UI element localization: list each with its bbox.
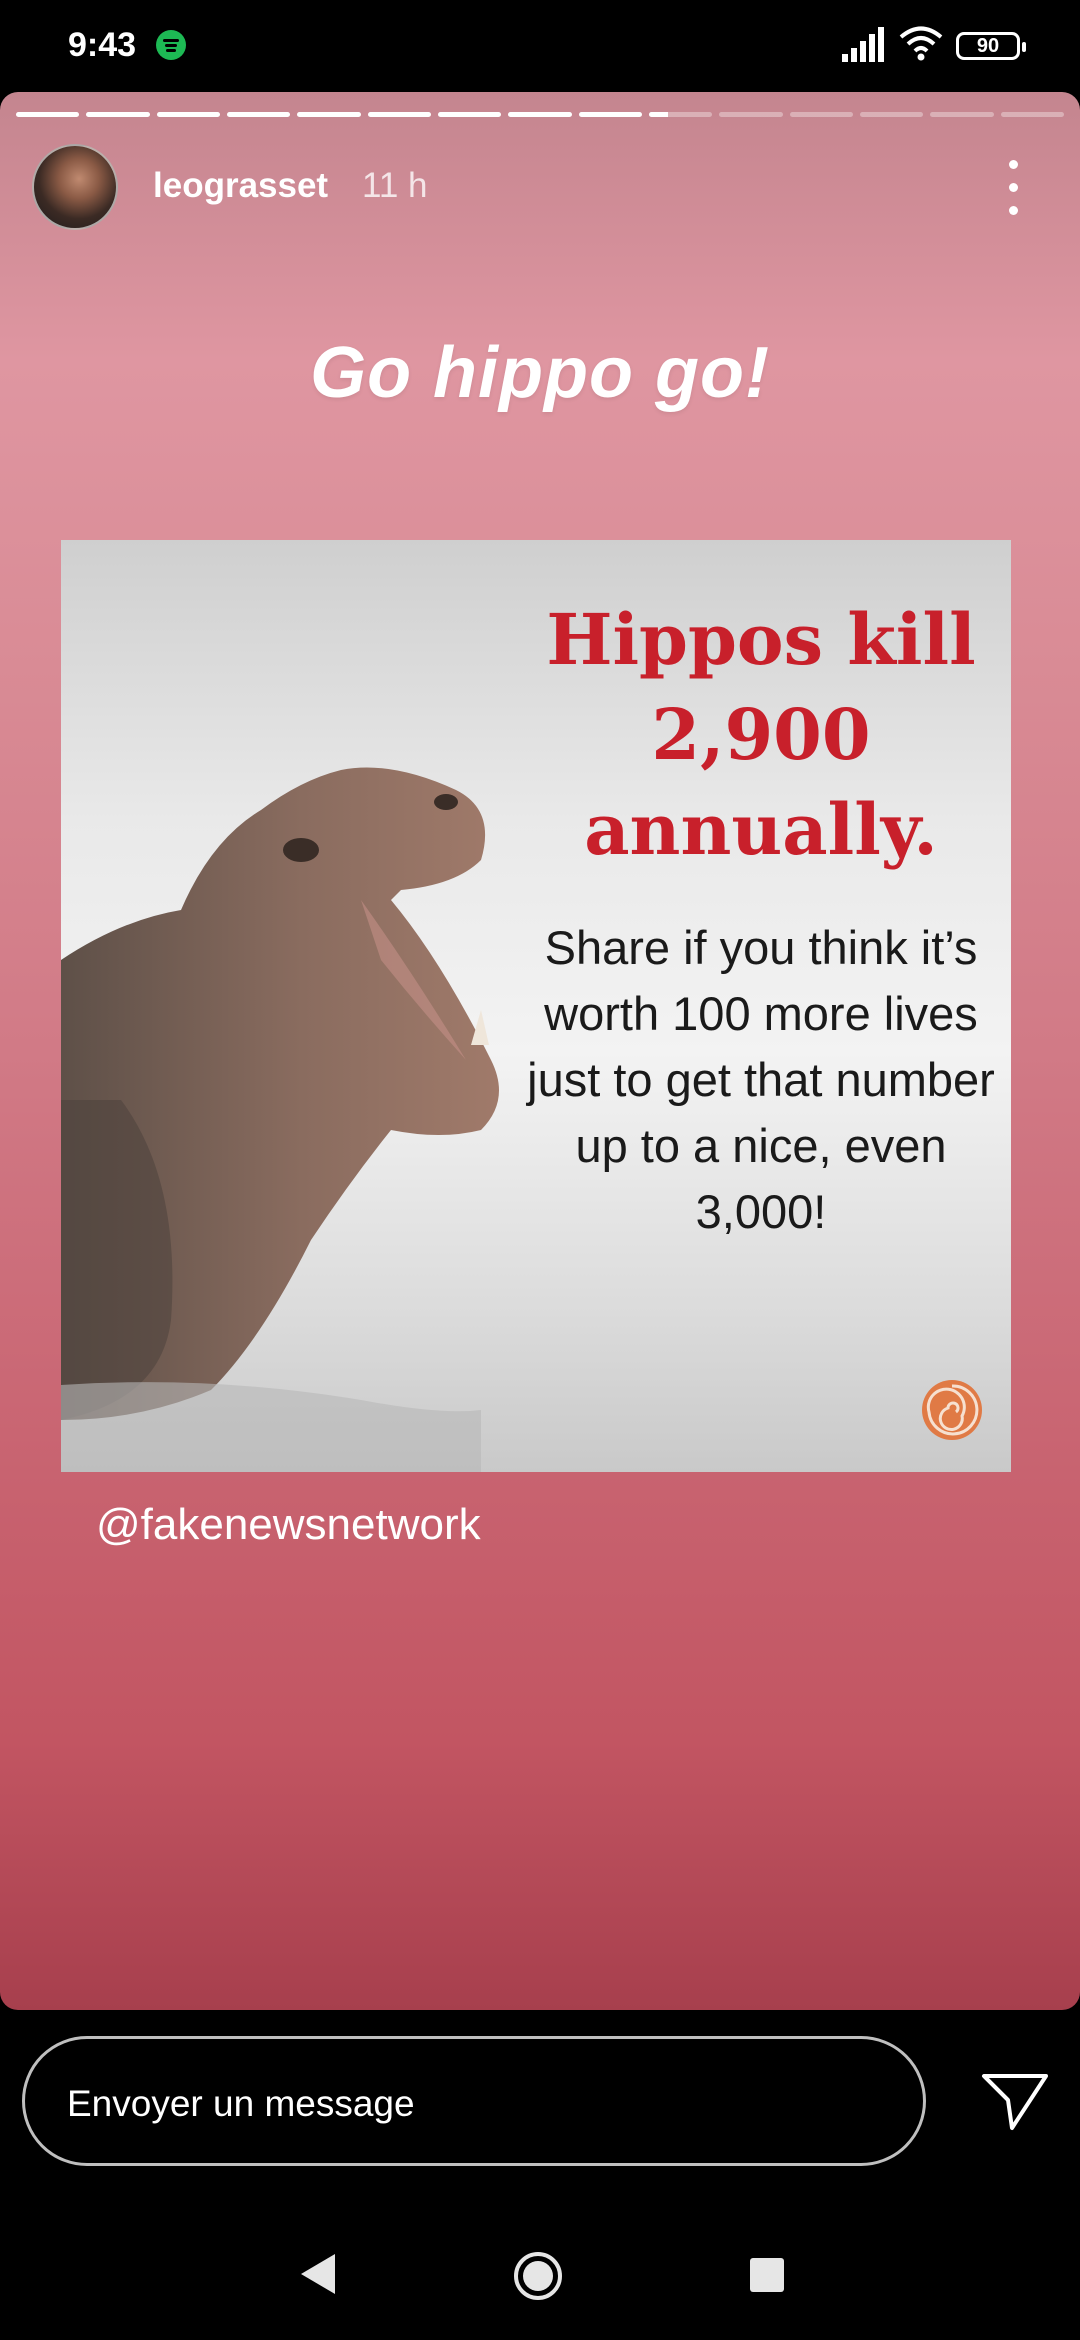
progress-segment <box>86 112 150 117</box>
story-card[interactable]: leograsset 11 h Go hippo go! Hippos kill… <box>0 92 1080 2010</box>
progress-segment <box>297 112 361 117</box>
status-bar: 9:43 90 <box>0 0 1080 92</box>
progress-segment <box>508 112 572 117</box>
progress-segment <box>789 112 853 117</box>
progress-segment <box>648 112 713 117</box>
spiral-logo-icon <box>922 1380 982 1440</box>
recents-nav-icon[interactable] <box>750 2258 784 2292</box>
more-options-icon[interactable] <box>998 158 1028 218</box>
avatar[interactable] <box>32 144 118 230</box>
mention-sticker[interactable]: @fakenewsnetwork <box>96 1500 481 1550</box>
wifi-icon <box>899 26 943 61</box>
send-icon[interactable] <box>980 2070 1050 2132</box>
clock: 9:43 <box>68 26 137 64</box>
progress-segment <box>578 112 642 117</box>
hippo-illustration <box>61 767 499 1472</box>
progress-segment <box>156 112 220 117</box>
progress-segment <box>16 112 80 117</box>
message-input[interactable]: Envoyer un message <box>22 2036 926 2166</box>
battery-icon: 90 <box>956 32 1026 60</box>
progress-segment <box>859 112 924 117</box>
signal-icon <box>842 27 884 62</box>
back-nav-icon[interactable] <box>297 2252 339 2296</box>
time-ago: 11 h <box>362 166 428 205</box>
story-headline: Go hippo go! <box>310 333 770 413</box>
progress-segment <box>437 112 502 117</box>
progress-segment <box>719 112 783 117</box>
progress-segment <box>226 112 291 117</box>
meme-body-text: Share if you think it’s worth 100 more l… <box>527 921 995 1238</box>
message-placeholder: Envoyer un message <box>67 2083 415 2124</box>
progress-segment <box>367 112 431 117</box>
progress-segment <box>1000 112 1064 117</box>
meme-image: Hippos kill 2,900 annually. Share if you… <box>61 540 1011 1472</box>
progress-segment <box>930 112 994 117</box>
spotify-icon <box>156 30 186 60</box>
meme-title: Hippos kill 2,900 annually. <box>546 598 976 871</box>
story-progress-bar <box>16 112 1064 117</box>
home-nav-icon[interactable] <box>512 2250 564 2302</box>
username[interactable]: leograsset <box>153 166 328 206</box>
